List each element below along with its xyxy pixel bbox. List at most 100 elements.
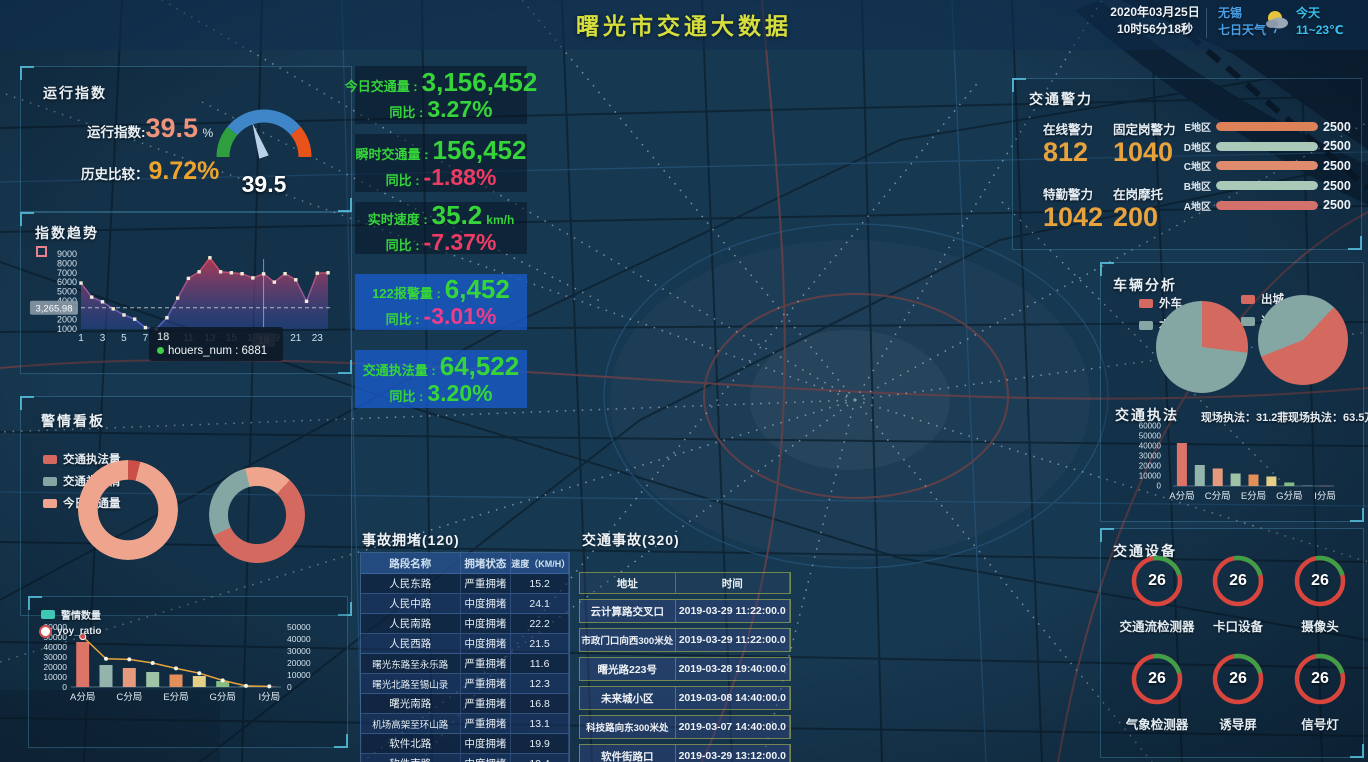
table-cell: 中度拥堵: [461, 594, 512, 613]
table-row: 人民东路严重拥堵15.2: [361, 574, 569, 594]
card-label: 今日交通量 :: [345, 76, 418, 95]
axis-tick: 20000: [43, 662, 67, 672]
bar-value: 2500: [1323, 139, 1351, 153]
police-bar-row: D地区2500: [1173, 137, 1359, 157]
weekly-weather-link[interactable]: 七日天气: [1218, 22, 1266, 39]
equipment-value: 26: [1129, 651, 1185, 707]
city-label: 无锡: [1218, 5, 1266, 22]
bar-legend-swatch: [41, 610, 55, 619]
table-cell: 曙光北路至锡山录: [361, 674, 461, 693]
axis-tick: 8000: [57, 258, 77, 268]
table-row: 软件街路口2019-03-29 13:12:00.0: [579, 744, 791, 762]
table-cell: 科技路向东300米处: [580, 716, 676, 738]
card-sub-label: 同比 :: [389, 386, 423, 405]
axis-tick: I分局: [1314, 491, 1336, 502]
police-bar-row: A地区2500: [1173, 195, 1359, 215]
axis-tick: 0: [287, 682, 292, 692]
equipment-item: 26信号灯: [1265, 651, 1368, 733]
card-sub-label: 同比 :: [386, 309, 420, 328]
table-cell: 22.2: [511, 614, 569, 633]
axis-tick: 50000: [287, 622, 311, 632]
police-title: 交通警力: [1029, 89, 1093, 109]
table-cell: 市政门口向西300米处: [580, 629, 676, 651]
table-cell: 软件北路: [361, 734, 461, 753]
header-cell: 拥堵状态: [461, 553, 512, 573]
axis-tick: A分局: [1169, 491, 1194, 502]
table-row: 人民南路中度拥堵22.2: [361, 614, 569, 634]
legend-item-line[interactable]: yoy_ratio: [39, 625, 101, 638]
axis-tick: 3: [100, 333, 106, 344]
time-text: 10时56分18秒: [1108, 21, 1202, 38]
table-cell: 15.2: [511, 574, 569, 593]
card-sub-label: 同比 :: [386, 170, 420, 189]
alert-chart-panel: 0100002000030000400005000060000010000200…: [28, 596, 348, 748]
tooltip-series: houers_num: [168, 345, 232, 357]
card-sub-row: 同比 :-3.01%: [355, 304, 527, 328]
axis-tick: G分局: [1276, 491, 1302, 502]
header-cell: 路段名称: [361, 553, 461, 573]
gauge-value: 39.5: [179, 171, 349, 198]
today-temp-block: 今天 11~23℃: [1296, 5, 1344, 39]
axis-tick: 5: [121, 333, 127, 344]
bar-track: [1216, 142, 1318, 151]
bar-track: [1216, 181, 1318, 190]
card-value: 35.2: [432, 202, 483, 229]
stat-card: 交通执法量 :64,522同比 :3.20%: [355, 350, 527, 408]
axis-tick: 30000: [43, 652, 67, 662]
run-index-panel: 运行指数 运行指数:39.5 % 历史比较：9.72% 39.5: [20, 66, 352, 212]
police-stat-label: 在线警力: [1043, 119, 1113, 138]
police-stats: 在线警力812固定岗警力1040特勤警力1042在岗摩托200: [1043, 119, 1183, 232]
equipment-value: 26: [1210, 651, 1266, 707]
card-sub-value: 3.20%: [427, 381, 492, 405]
equipment-item: 26摄像头: [1265, 553, 1368, 635]
equipment-ring: 26: [1210, 651, 1266, 707]
table-cell: 中度拥堵: [461, 734, 512, 753]
equipment-value: 26: [1129, 553, 1185, 609]
axis-tick: 40000: [287, 634, 311, 644]
legend-item-bar[interactable]: 警情数量: [41, 607, 101, 622]
weather-city-block: 无锡 七日天气: [1218, 5, 1266, 39]
alert-donut-right: [209, 467, 305, 563]
police-bar-row: E地区2500: [1173, 117, 1359, 137]
congestion-table-title: 事故拥堵(120): [362, 530, 460, 550]
police-stat: 在线警力812: [1043, 119, 1113, 168]
equipment-value: 26: [1292, 553, 1348, 609]
card-sub-value: -1.88%: [424, 165, 497, 189]
stat-card: 今日交通量 :3,156,452同比 :3.27%: [355, 66, 527, 124]
card-label: 交通执法量 :: [363, 360, 436, 379]
police-bars-chart: E地区2500D地区2500C地区2500B地区2500A地区2500: [1173, 117, 1359, 215]
bar: [1177, 443, 1187, 486]
table-cell: 2019-03-28 19:40:00.0: [676, 658, 790, 680]
table-row: 科技路向东300米处2019-03-07 14:40:00.0: [579, 715, 791, 739]
police-stat-value: 1042: [1043, 203, 1113, 233]
datetime-block: 2020年03月25日 10时56分18秒: [1108, 4, 1202, 38]
chart-tooltip: 18 houers_num : 6881: [149, 327, 283, 361]
bar-fill: [1216, 181, 1318, 190]
card-value: 3,156,452: [422, 69, 538, 96]
axis-tick: 9000: [57, 249, 77, 259]
bar-track: [1216, 122, 1318, 131]
table-cell: 人民西路: [361, 634, 461, 653]
trend-legend-marker[interactable]: [36, 246, 47, 257]
bar-track: [1216, 201, 1318, 210]
table-cell: 严重拥堵: [461, 674, 512, 693]
region-label: A地区: [1173, 198, 1211, 213]
table-row: 云计算路交叉口2019-03-29 11:22:00.0: [579, 599, 791, 623]
region-label: C地区: [1173, 158, 1211, 173]
card-main-row: 瞬时交通量 :156,452: [355, 137, 527, 164]
bar: [76, 642, 89, 687]
bar: [1195, 465, 1205, 486]
table-cell: 16.8: [511, 694, 569, 713]
header-cell: 时间: [676, 573, 790, 593]
card-value: 6,452: [445, 276, 510, 303]
bar: [193, 676, 206, 687]
vehicle-enforcement-panel: 车辆分析 外车本车 出城进城 交通执法 现场执法：31.2万 非现场执法：63.…: [1100, 262, 1364, 522]
axis-tick: 1: [78, 333, 84, 344]
table-row: 机场高架至环山路严重拥堵13.1: [361, 714, 569, 734]
table-row: 未来城小区2019-03-08 14:40:00.0: [579, 686, 791, 710]
axis-tick: I分局: [259, 692, 281, 703]
series-dot-icon: [157, 347, 164, 354]
police-stat: 特勤警力1042: [1043, 184, 1113, 233]
equipment-panel: 交通设备 26交通流检测器26卡口设备26摄像头26气象检测器26诱导屏26信号…: [1100, 528, 1364, 758]
axis-tick: 30000: [287, 646, 311, 656]
